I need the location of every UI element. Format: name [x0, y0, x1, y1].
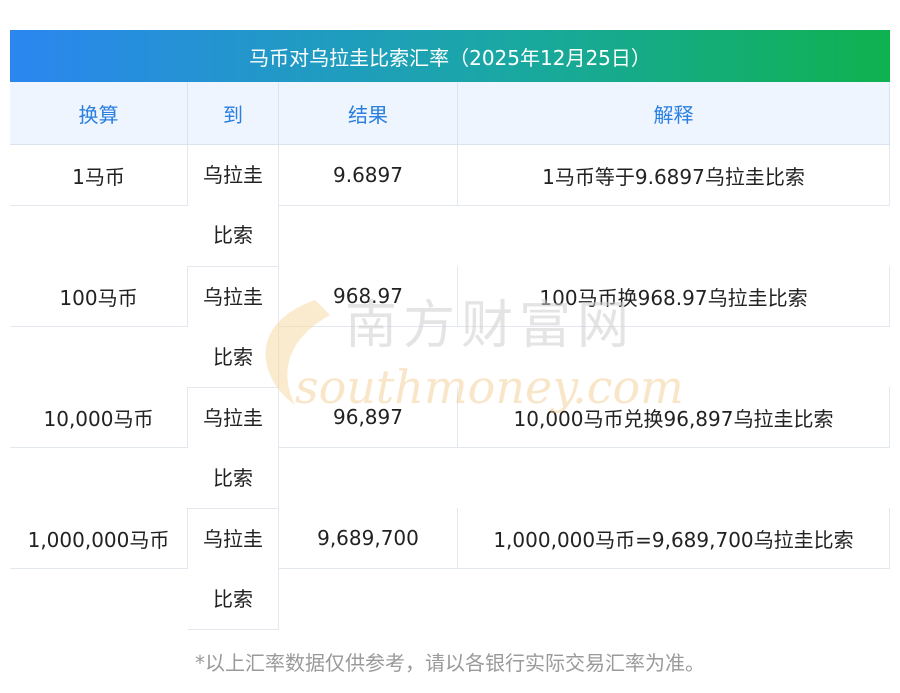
target-currency-line1: 乌拉圭: [203, 284, 263, 309]
header-to: 到: [187, 82, 279, 145]
exchange-rate-table: 换算 到 结果 解释 1马币 乌拉圭 比索 9.6897 1马币等于9.6897…: [10, 82, 890, 630]
target-currency-line2: 比索: [213, 344, 253, 369]
table-row-spacer: [10, 448, 890, 509]
target-currency-cell: 乌拉圭 比索: [187, 144, 279, 267]
result-cell: 9,689,700: [278, 508, 458, 569]
disclaimer-footnote: *以上汇率数据仅供参考，请以各银行实际交易汇率为准。: [195, 651, 705, 675]
amount-cell: 100马币: [10, 266, 188, 327]
result-cell: 96,897: [278, 387, 458, 448]
header-explanation: 解释: [457, 82, 890, 145]
explanation-cell: 1,000,000马币=9,689,700乌拉圭比索: [457, 508, 890, 569]
target-currency-cell: 乌拉圭 比索: [187, 387, 279, 509]
explanation-cell: 10,000马币兑换96,897乌拉圭比索: [457, 387, 890, 448]
target-currency-line1: 乌拉圭: [203, 163, 263, 188]
table-row: 100马币 乌拉圭 比索 968.97 100马币换968.97乌拉圭比索: [10, 266, 890, 388]
table-header-row: 换算 到 结果 解释: [10, 82, 890, 145]
table-row-spacer: [10, 569, 890, 630]
target-currency-line2: 比索: [213, 223, 253, 248]
target-currency-line1: 乌拉圭: [203, 405, 263, 430]
amount-cell: 1,000,000马币: [10, 508, 188, 569]
header-convert: 换算: [10, 82, 188, 145]
target-currency-line2: 比索: [213, 465, 253, 490]
table-row-spacer: [10, 327, 890, 388]
table-title: 马币对乌拉圭比索汇率（2025年12月25日）: [10, 30, 890, 82]
table-row: 1,000,000马币 乌拉圭 比索 9,689,700 1,000,000马币…: [10, 508, 890, 630]
amount-cell: 1马币: [10, 144, 188, 206]
table-row-spacer: [10, 206, 890, 267]
table-row: 10,000马币 乌拉圭 比索 96,897 10,000马币兑换96,897乌…: [10, 387, 890, 509]
target-currency-line1: 乌拉圭: [203, 526, 263, 551]
amount-cell: 10,000马币: [10, 387, 188, 448]
target-currency-line2: 比索: [213, 586, 253, 611]
result-cell: 968.97: [278, 266, 458, 327]
table-row: 1马币 乌拉圭 比索 9.6897 1马币等于9.6897乌拉圭比索: [10, 144, 890, 267]
header-result: 结果: [278, 82, 458, 145]
target-currency-cell: 乌拉圭 比索: [187, 266, 279, 388]
target-currency-cell: 乌拉圭 比索: [187, 508, 279, 630]
result-cell: 9.6897: [278, 144, 458, 206]
explanation-cell: 1马币等于9.6897乌拉圭比索: [457, 144, 890, 206]
explanation-cell: 100马币换968.97乌拉圭比索: [457, 266, 890, 327]
